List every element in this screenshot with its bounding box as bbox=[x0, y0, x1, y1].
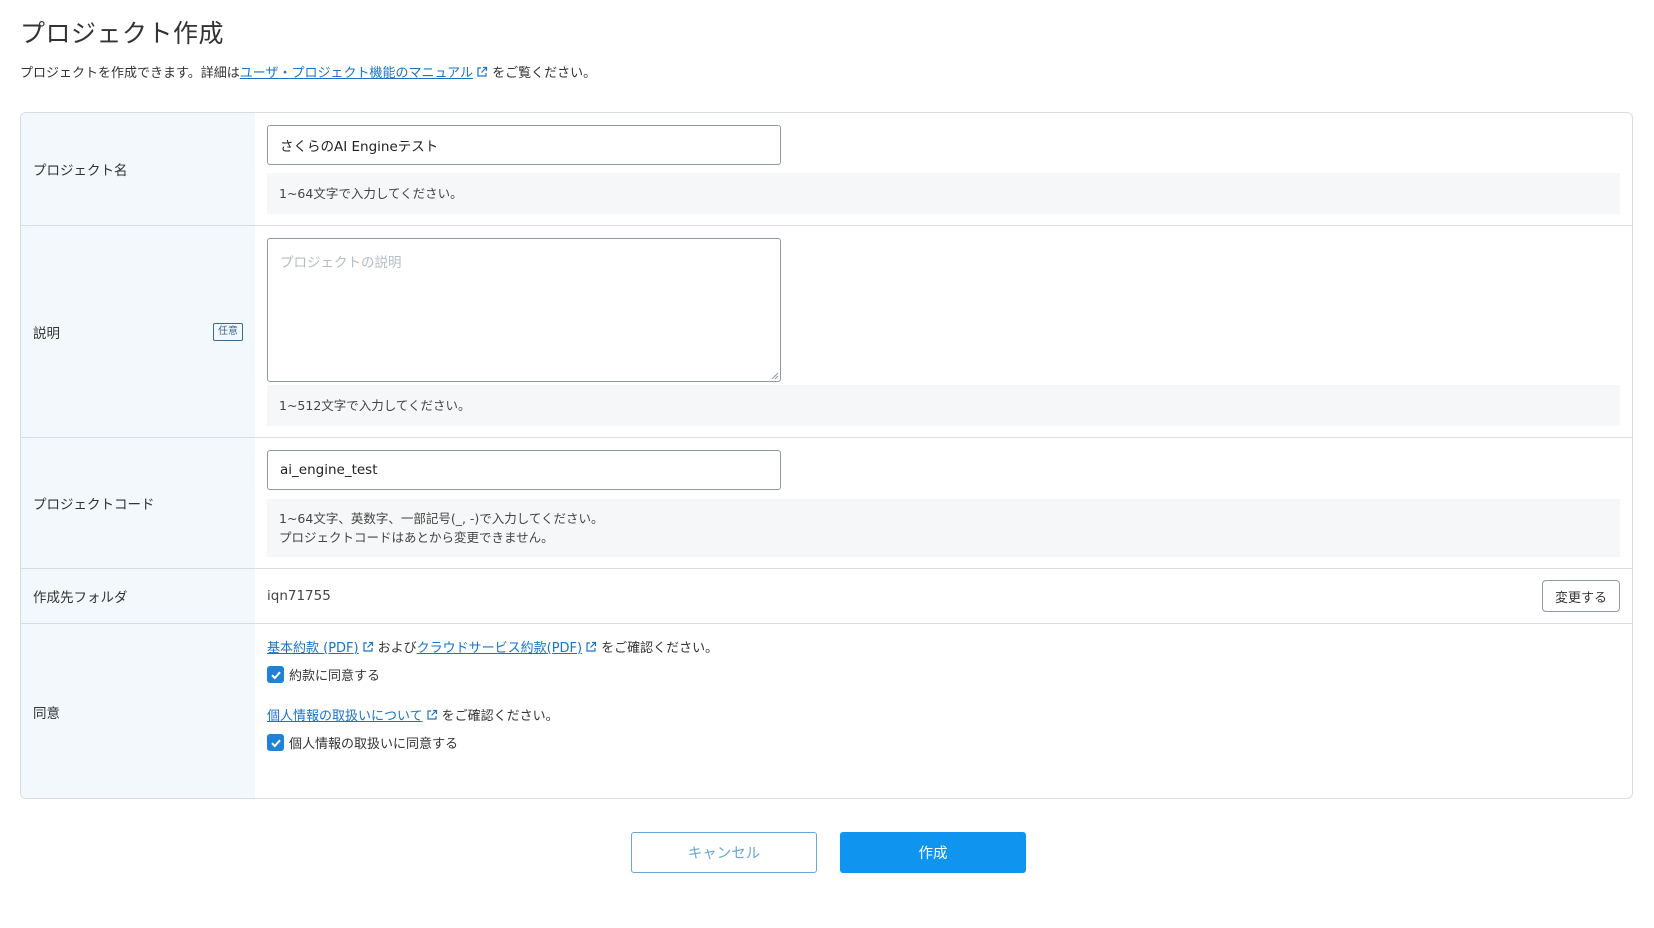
row-folder: 作成先フォルダ iqn71755 変更する bbox=[21, 569, 1632, 624]
row-description: 説明 任意 1~512文字で入力してください。 bbox=[21, 226, 1632, 438]
external-link-icon bbox=[585, 641, 597, 653]
project-code-help: 1~64文字、英数字、一部記号(_, -)で入力してください。 プロジェクトコー… bbox=[267, 499, 1620, 557]
intro-prefix: プロジェクトを作成できます。詳細は bbox=[20, 66, 240, 81]
row-project-name: プロジェクト名 1~64文字で入力してください。 bbox=[21, 113, 1632, 226]
folder-label: 作成先フォルダ bbox=[33, 590, 128, 606]
privacy-link[interactable]: 個人情報の取扱いについて bbox=[267, 709, 423, 724]
project-name-input[interactable] bbox=[267, 125, 781, 165]
project-code-help-line1: 1~64文字、英数字、一部記号(_, -)で入力してください。 bbox=[279, 511, 604, 526]
external-link-icon bbox=[476, 66, 488, 78]
create-button[interactable]: 作成 bbox=[840, 832, 1026, 873]
change-folder-button[interactable]: 変更する bbox=[1542, 580, 1620, 612]
description-label: 説明 bbox=[33, 325, 60, 342]
manual-link[interactable]: ユーザ・プロジェクト機能のマニュアル bbox=[240, 66, 473, 81]
external-link-icon bbox=[426, 709, 438, 721]
privacy-suffix: をご確認ください。 bbox=[441, 709, 559, 724]
basic-terms-link[interactable]: 基本約款 (PDF) bbox=[267, 641, 359, 656]
checkmark-icon bbox=[270, 671, 281, 679]
page-intro: プロジェクトを作成できます。詳細はユーザ・プロジェクト機能のマニュアル をご覧くだ… bbox=[20, 62, 596, 81]
description-help-text: 1~512文字で入力してください。 bbox=[279, 398, 471, 413]
row-project-code: プロジェクトコード 1~64文字、英数字、一部記号(_, -)で入力してください… bbox=[21, 438, 1632, 569]
row-label: 説明 任意 bbox=[21, 226, 255, 437]
row-consent: 同意 基本約款 (PDF) およびクラウドサービス約款(PDF) をご確認ください。… bbox=[21, 624, 1632, 798]
intro-suffix: をご覧ください。 bbox=[492, 66, 597, 81]
row-label: 同意 bbox=[21, 624, 255, 798]
project-code-help-line2: プロジェクトコードはあとから変更できません。 bbox=[279, 530, 554, 545]
row-body: 1~64文字で入力してください。 bbox=[255, 113, 1632, 225]
checkbox-checked[interactable] bbox=[267, 734, 284, 751]
row-label: プロジェクトコード bbox=[21, 438, 255, 568]
checkbox-checked[interactable] bbox=[267, 666, 284, 683]
optional-badge: 任意 bbox=[213, 322, 243, 341]
cancel-button[interactable]: キャンセル bbox=[631, 832, 817, 873]
row-body: iqn71755 変更する bbox=[255, 569, 1632, 623]
row-label: プロジェクト名 bbox=[21, 113, 255, 225]
privacy-agree-label: 個人情報の取扱いに同意する bbox=[289, 737, 459, 752]
description-textarea[interactable] bbox=[267, 238, 781, 382]
project-form: プロジェクト名 1~64文字で入力してください。 説明 任意 1~512文字で入… bbox=[20, 112, 1633, 799]
consent-label: 同意 bbox=[33, 706, 60, 722]
terms-agree-checkbox[interactable]: 約款に同意する bbox=[267, 665, 380, 684]
row-body: 1~512文字で入力してください。 bbox=[255, 226, 1632, 437]
row-body: 基本約款 (PDF) およびクラウドサービス約款(PDF) をご確認ください。 約款… bbox=[255, 624, 1632, 798]
resize-grip-icon[interactable] bbox=[769, 370, 779, 380]
terms-agree-label: 約款に同意する bbox=[289, 669, 381, 684]
row-label: 作成先フォルダ bbox=[21, 569, 255, 623]
terms-and-text: および bbox=[377, 641, 417, 656]
project-name-help: 1~64文字で入力してください。 bbox=[267, 173, 1620, 214]
description-help: 1~512文字で入力してください。 bbox=[267, 385, 1620, 426]
project-code-label: プロジェクトコード bbox=[33, 497, 155, 513]
checkmark-icon bbox=[270, 739, 281, 747]
project-code-input[interactable] bbox=[267, 450, 781, 490]
project-name-help-text: 1~64文字で入力してください。 bbox=[279, 186, 463, 201]
page-title: プロジェクト作成 bbox=[20, 19, 225, 48]
folder-value: iqn71755 bbox=[267, 588, 331, 604]
external-link-icon bbox=[362, 641, 374, 653]
terms-line: 基本約款 (PDF) およびクラウドサービス約款(PDF) をご確認ください。 bbox=[267, 637, 718, 656]
cloud-terms-link[interactable]: クラウドサービス約款(PDF) bbox=[417, 641, 582, 656]
project-name-label: プロジェクト名 bbox=[33, 163, 128, 179]
privacy-agree-checkbox[interactable]: 個人情報の取扱いに同意する bbox=[267, 733, 458, 752]
terms-suffix: をご確認ください。 bbox=[601, 641, 719, 656]
privacy-line: 個人情報の取扱いについて をご確認ください。 bbox=[267, 705, 559, 724]
row-body: 1~64文字、英数字、一部記号(_, -)で入力してください。 プロジェクトコー… bbox=[255, 438, 1632, 568]
